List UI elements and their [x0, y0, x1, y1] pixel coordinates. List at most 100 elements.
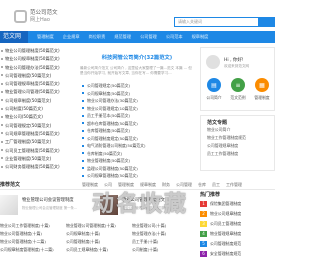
- list-item[interactable]: 公司管理制度(50篇范文): [0, 72, 76, 80]
- list-item[interactable]: 公司管理规章制度(50篇范文): [0, 80, 76, 88]
- logo-title[interactable]: 范公司范文: [30, 8, 58, 16]
- list-item[interactable]: 物业公司(50篇范文): [0, 113, 76, 121]
- bullet-icon: [82, 144, 84, 147]
- rank-badge: 4: [200, 230, 207, 237]
- list-item[interactable]: 公司规章制度(50篇范文): [0, 97, 76, 105]
- logo-icon[interactable]: [14, 10, 27, 23]
- list-item[interactable]: 公司财务管理制度(50篇范文): [0, 163, 76, 171]
- bullet-icon: [1, 74, 3, 77]
- nav-item[interactable]: 规章制度: [192, 34, 209, 40]
- list-item[interactable]: 物业公司管理办法(30篇范文): [80, 97, 194, 105]
- section-tab[interactable]: 工作管理: [226, 182, 242, 188]
- bullet-icon: [1, 82, 3, 85]
- list-item[interactable]: 物业公司管理制度(50篇范文): [0, 47, 76, 55]
- right-sidebar: Hi , 你好! 欢迎来到范文网 ▤ 公司简介 ≡ 范文范例 ▦ 管理制度 范文…: [200, 47, 275, 175]
- list-item[interactable]: 公司员工规章制度(十篇): [66, 246, 132, 254]
- card-title: 物业管理公司会议管理制度: [22, 198, 74, 203]
- section-tab[interactable]: 员工: [212, 182, 220, 188]
- bullet-icon: [82, 122, 84, 124]
- list-item[interactable]: 物业公司工作管理制度(十篇): [0, 222, 66, 230]
- section-title: 推荐范文: [0, 182, 21, 188]
- section-tab[interactable]: 仓库: [198, 182, 206, 188]
- nav-item[interactable]: 公司管理: [140, 34, 157, 40]
- list-item[interactable]: 监理公司管理制度(50篇范文): [80, 165, 194, 173]
- quick-action-company[interactable]: ▤ 公司简介: [203, 78, 225, 101]
- bullet-icon: [82, 152, 84, 154]
- rank-badge: 1: [200, 200, 207, 207]
- hot-item[interactable]: 3 公司员工管理制度: [200, 219, 275, 228]
- list-item[interactable]: 超市仓库管理制度(50篇范文): [80, 120, 194, 128]
- list-item[interactable]: 仓库制度(50篇范文): [80, 150, 194, 158]
- list-item[interactable]: 公司规章制度管理制度(十二篇): [0, 246, 66, 254]
- rank-badge: 6: [200, 250, 207, 257]
- list-item[interactable]: 公司管理制度(十篇): [66, 238, 132, 246]
- list-item[interactable]: 物业管理公司管理制度(十篇): [66, 222, 132, 230]
- list-row: 物业公司工作管理制度(十篇) 物业管理公司管理制度(十篇) 物业管理公司(十篇): [0, 222, 200, 230]
- bullet-icon: [1, 124, 3, 127]
- clipboard-icon: ▦: [255, 78, 269, 92]
- search-input[interactable]: 请输入关键词: [174, 17, 260, 27]
- hot-recommendations: 热门推荐 1 保险集团管理制度 2 物业公司规章制度 3 公司员工管理制度 4 物业管理…: [200, 191, 275, 260]
- hot-item[interactable]: 6 安全管理制度规范: [200, 249, 275, 258]
- bullet-icon: [1, 115, 3, 118]
- hot-item[interactable]: 4 物业管理规章制度: [200, 229, 275, 238]
- rank-badge: 5: [200, 240, 207, 247]
- hot-item[interactable]: 2 物业公司规章制度: [200, 209, 275, 218]
- featured-title[interactable]: 科技网管公司简介(32篇范文): [80, 53, 194, 61]
- list-item[interactable]: 员工手册范本(50篇范文): [80, 112, 194, 120]
- list-item[interactable]: 公司管理制度规定(50篇范文): [80, 135, 194, 143]
- list-item[interactable]: 公司规章管理制度(50篇范文): [0, 130, 76, 138]
- list-item[interactable]: 物业管理公司(十篇): [132, 222, 198, 230]
- avatar[interactable]: [206, 55, 220, 69]
- list-item[interactable]: 物业公司管理制度(十二篇): [0, 238, 66, 246]
- nav-brand[interactable]: 范文网: [0, 31, 28, 43]
- bullet-icon: [82, 99, 84, 102]
- bullet-icon: [82, 84, 84, 87]
- list-row: 物业公司管理制度(十二篇) 公司管理制度(十篇) 员工手册(十篇): [0, 238, 200, 246]
- list-item[interactable]: 公司员工管理制度(50篇范文): [0, 147, 76, 155]
- topic-item[interactable]: 物业工作管理制度规范: [207, 134, 268, 142]
- nav-item[interactable]: 管理制度: [37, 34, 54, 40]
- user-subtitle: 欢迎来到范文网: [224, 64, 250, 68]
- nav-item[interactable]: 企业规章: [63, 34, 80, 40]
- logo-subtitle: 网上Hao: [30, 17, 50, 23]
- list-item[interactable]: 物业管理办法(十篇): [132, 230, 198, 238]
- list-item[interactable]: 公司制度(十篇): [132, 246, 198, 254]
- list-item[interactable]: 企业管理制度(50篇范文): [0, 155, 76, 163]
- bullet-icon: [1, 140, 3, 143]
- bullet-icon: [1, 49, 3, 52]
- list-item[interactable]: 物业管理制度(50篇范文): [80, 157, 194, 165]
- nav-item[interactable]: 规范管理: [114, 34, 131, 40]
- list-item[interactable]: 公司规章制度(50篇范文): [80, 90, 194, 98]
- bullet-icon: [82, 167, 84, 169]
- list-item[interactable]: 物业公司管理制度(十篇): [0, 230, 66, 238]
- topic-item[interactable]: 员工工作管理制度: [207, 150, 268, 158]
- list-item[interactable]: 物业公司管理办法(50篇范文): [0, 64, 76, 72]
- search-button[interactable]: [258, 17, 275, 27]
- list-item[interactable]: 物业公司规章制度(50篇范文): [0, 55, 76, 63]
- list-row: 物业公司管理制度(十篇) 公司规章制度(十篇) 物业管理办法(十篇): [0, 230, 200, 238]
- list-item[interactable]: 公司管理规定(50篇范文): [80, 82, 194, 90]
- list-item[interactable]: 物业管理公司管理(50篇范文): [0, 88, 76, 96]
- quick-action-samples[interactable]: ≡ 范文范例: [227, 78, 249, 101]
- bullet-icon: [1, 57, 3, 60]
- list-item[interactable]: 公司管理规定(50篇范文): [0, 122, 76, 130]
- list-item[interactable]: 工厂管理制度(50篇范文): [0, 138, 76, 146]
- article-card[interactable]: 物业管理公司会议管理制度 物业管理公司会议管理制度 第一条...: [0, 195, 98, 215]
- list-item[interactable]: 公司规章管理制度(50篇范文): [80, 172, 194, 180]
- list-item[interactable]: 电气消防管理公司制度(50篇范文): [80, 142, 194, 150]
- list-item[interactable]: 仓库管理制度(50篇范文): [80, 127, 194, 135]
- user-panel: Hi , 你好! 欢迎来到范文网 ▤ 公司简介 ≡ 范文范例 ▦ 管理制度: [200, 47, 275, 111]
- nav-item[interactable]: 岗位职责: [89, 34, 106, 40]
- list-item[interactable]: 物业公司管理规定(10篇范文): [80, 105, 194, 113]
- topic-item[interactable]: 物业公司简介: [207, 126, 268, 134]
- list-item[interactable]: 公司制度(50篇范文): [0, 105, 76, 113]
- hot-item[interactable]: 5 公司管理制度规范: [200, 239, 275, 248]
- list-item[interactable]: 员工手册(十篇): [132, 238, 198, 246]
- topic-item[interactable]: 公司管理规章制度: [207, 142, 268, 150]
- bullet-icon: [82, 137, 84, 139]
- nav-item[interactable]: 公司范本: [166, 34, 183, 40]
- hot-item[interactable]: 1 保险集团管理制度: [200, 199, 275, 208]
- quick-action-rules[interactable]: ▦ 管理制度: [251, 78, 273, 101]
- list-item[interactable]: 公司规章制度(十篇): [66, 230, 132, 238]
